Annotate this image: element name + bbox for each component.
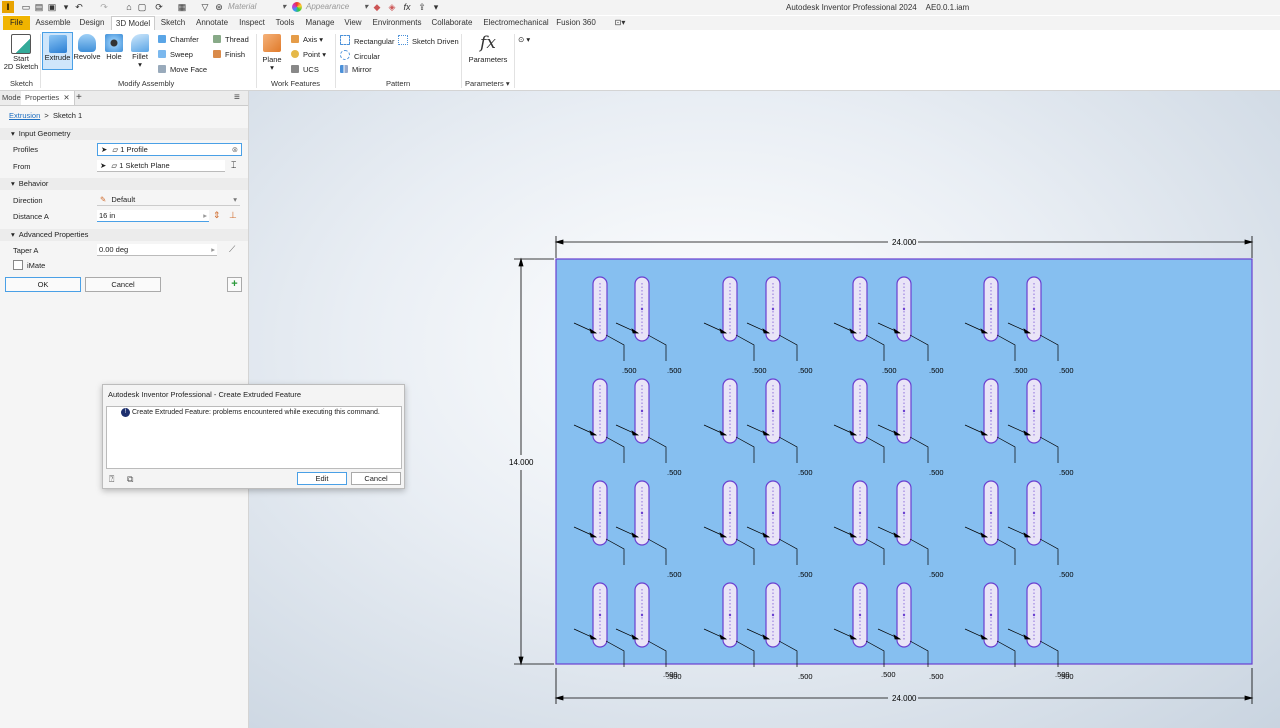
slot-center-point [989, 613, 993, 617]
slot-center-point [771, 409, 775, 413]
slot-center-point [640, 409, 644, 413]
slot-width-dimension[interactable]: .500 [622, 366, 637, 375]
slot-center-point [728, 511, 732, 515]
slot-width-dimension[interactable]: .500 [752, 366, 767, 375]
slot-width-dimension[interactable]: .500 [1059, 468, 1074, 477]
slot-center-point [640, 511, 644, 515]
slot-center-point [728, 307, 732, 311]
slot-center-point [640, 307, 644, 311]
slot-center-point [728, 409, 732, 413]
slot-width-dimension[interactable]: .500 [798, 672, 813, 681]
slot-center-point [902, 409, 906, 413]
slot-center-point [858, 307, 862, 311]
slot-center-point [1032, 511, 1036, 515]
slot-center-point [598, 307, 602, 311]
slot-width-dimension[interactable]: .500 [667, 468, 682, 477]
height-dimension[interactable]: 14.000 [509, 458, 534, 467]
slot-center-point [1032, 613, 1036, 617]
slot-center-point [771, 307, 775, 311]
slot-width-dimension[interactable]: .500 [1059, 570, 1074, 579]
dialog-cancel-button[interactable]: Cancel [351, 472, 401, 485]
slot-center-point [1032, 307, 1036, 311]
slot-center-point [902, 307, 906, 311]
slot-width-dimension[interactable]: .500 [798, 468, 813, 477]
slot-center-point [858, 511, 862, 515]
slot-center-point [771, 511, 775, 515]
slot-center-point [728, 613, 732, 617]
slot-width-dimension[interactable]: .500 [882, 366, 897, 375]
slot-center-point [858, 613, 862, 617]
slot-center-point [771, 613, 775, 617]
slot-center-point [598, 511, 602, 515]
slot-center-point [989, 409, 993, 413]
slot-center-point [989, 511, 993, 515]
slot-center-point [598, 613, 602, 617]
copy-icon[interactable]: ⧉ [127, 474, 133, 485]
slot-center-point [902, 613, 906, 617]
help-icon[interactable]: ⍰ [109, 474, 114, 485]
slot-spacing-dimension[interactable]: .500 [663, 670, 678, 679]
slot-center-point [902, 511, 906, 515]
slot-center-point [598, 409, 602, 413]
slot-width-dimension[interactable]: .500 [798, 570, 813, 579]
slot-width-dimension[interactable]: .500 [929, 672, 944, 681]
top-width-dimension[interactable]: 24.000 [892, 238, 917, 247]
bottom-width-dimension[interactable]: 24.000 [892, 694, 917, 703]
slot-width-dimension[interactable]: .500 [1059, 366, 1074, 375]
error-dialog: Autodesk Inventor Professional - Create … [102, 384, 405, 489]
slot-width-dimension[interactable]: .500 [798, 366, 813, 375]
slot-width-dimension[interactable]: .500 [929, 570, 944, 579]
edit-button[interactable]: Edit [297, 472, 347, 485]
slot-width-dimension[interactable]: .500 [929, 468, 944, 477]
dialog-message: Create Extruded Feature: problems encoun… [132, 409, 380, 416]
slot-width-dimension[interactable]: .500 [929, 366, 944, 375]
slot-width-dimension[interactable]: .500 [667, 366, 682, 375]
slot-width-dimension[interactable]: .500 [667, 570, 682, 579]
slot-width-dimension[interactable]: .500 [1013, 366, 1028, 375]
slot-spacing-dimension[interactable]: .500 [881, 670, 896, 679]
sketch-drawing: 24.000 24.000 14.000 .500 .500 .500 .500 .50… [509, 236, 1254, 704]
dialog-title: Autodesk Inventor Professional - Create … [108, 390, 302, 399]
slot-center-point [858, 409, 862, 413]
slot-center-point [1032, 409, 1036, 413]
slot-center-point [640, 613, 644, 617]
slot-center-point [989, 307, 993, 311]
slot-spacing-dimension[interactable]: .500 [1055, 670, 1070, 679]
error-icon: ! [121, 408, 130, 417]
